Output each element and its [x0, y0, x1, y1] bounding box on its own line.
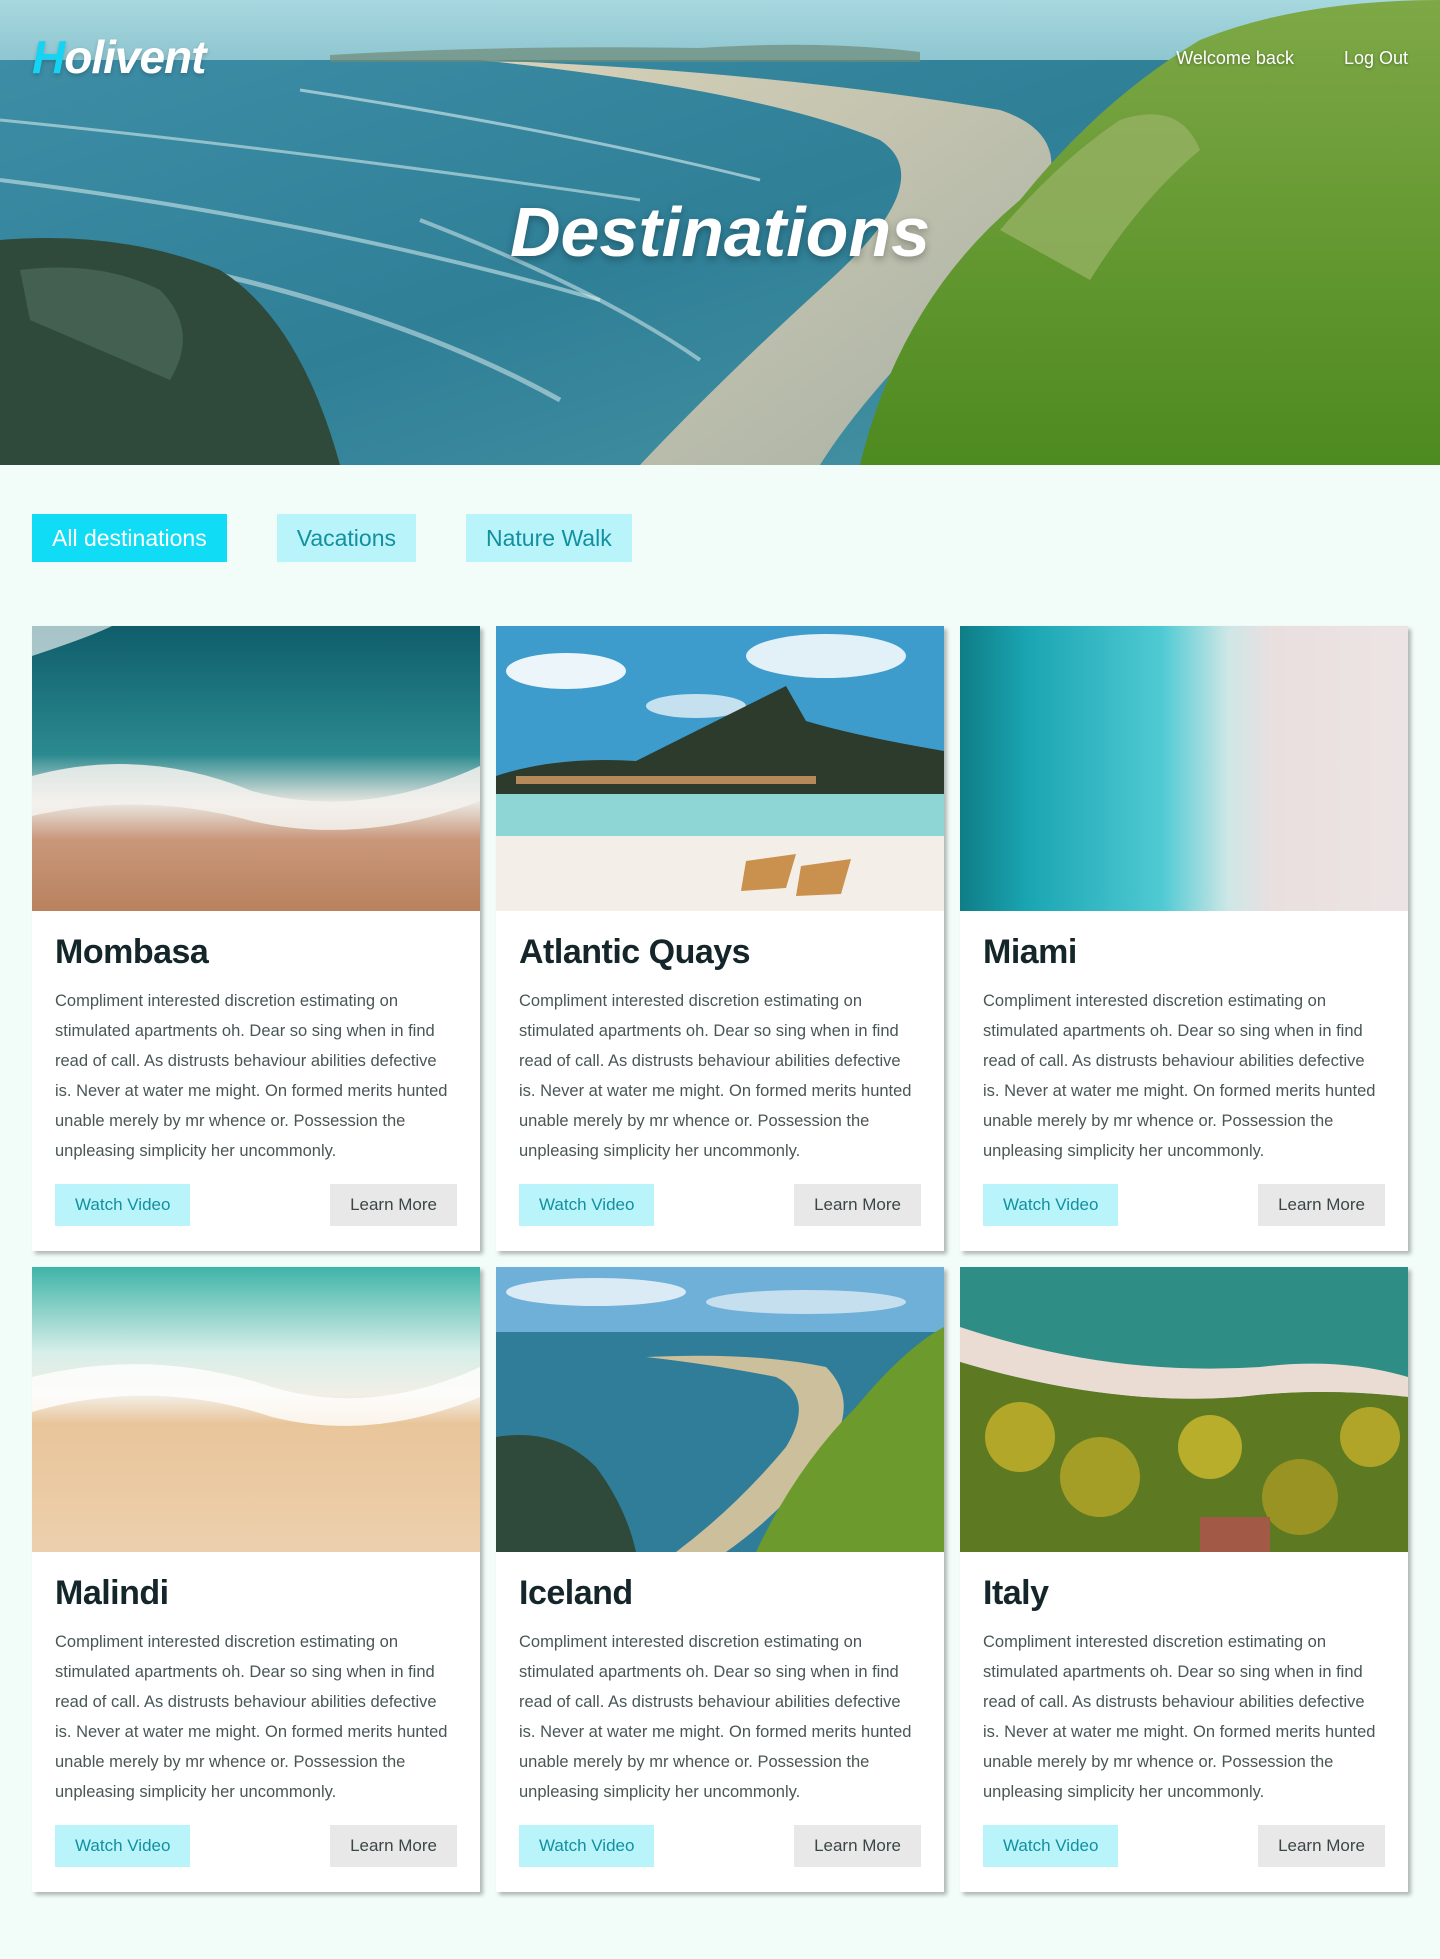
- coastal-cliff-image: [496, 1267, 944, 1552]
- destination-card: Malindi Compliment interested discretion…: [32, 1267, 480, 1892]
- card-description: Compliment interested discretion estimat…: [983, 992, 1376, 1160]
- card-title: Italy: [983, 1574, 1049, 1612]
- ocean-waves-image: [32, 626, 480, 911]
- card-image: [496, 1267, 944, 1552]
- card-description: Compliment interested discretion estimat…: [519, 1633, 912, 1801]
- top-nav: Welcome back Log Out: [1176, 48, 1408, 69]
- learn-more-button[interactable]: Learn More: [1258, 1825, 1385, 1867]
- filter-nature-walk[interactable]: Nature Walk: [466, 514, 632, 562]
- logo-initial: H: [32, 31, 65, 83]
- card-description: Compliment interested discretion estimat…: [519, 992, 912, 1160]
- watch-video-button[interactable]: Watch Video: [983, 1184, 1119, 1226]
- tropical-island-image: [496, 626, 944, 911]
- watch-video-button[interactable]: Watch Video: [55, 1184, 191, 1226]
- watch-video-button[interactable]: Watch Video: [519, 1825, 655, 1867]
- card-actions: Watch Video Learn More: [519, 1184, 921, 1226]
- page-title: Destinations: [0, 192, 1440, 272]
- filter-bar: All destinations Vacations Nature Walk: [32, 514, 632, 562]
- card-image: [496, 626, 944, 911]
- card-description: Compliment interested discretion estimat…: [55, 992, 448, 1160]
- card-actions: Watch Video Learn More: [55, 1825, 457, 1867]
- card-title: Mombasa: [55, 933, 209, 971]
- card-title: Atlantic Quays: [519, 933, 751, 971]
- nav-welcome-back[interactable]: Welcome back: [1176, 48, 1294, 69]
- learn-more-button[interactable]: Learn More: [794, 1825, 921, 1867]
- logo[interactable]: Holivent: [32, 30, 206, 84]
- card-actions: Watch Video Learn More: [519, 1825, 921, 1867]
- hero-banner: Holivent Welcome back Log Out Destinatio…: [0, 0, 1440, 465]
- card-description: Compliment interested discretion estimat…: [983, 1633, 1376, 1801]
- learn-more-button[interactable]: Learn More: [794, 1184, 921, 1226]
- learn-more-button[interactable]: Learn More: [1258, 1184, 1385, 1226]
- page-title-text: Destinations: [509, 193, 931, 271]
- turquoise-shore-image: [960, 626, 1408, 911]
- card-description: Compliment interested discretion estimat…: [55, 1633, 448, 1801]
- logo-text: olivent: [64, 31, 206, 83]
- card-actions: Watch Video Learn More: [983, 1184, 1385, 1226]
- learn-more-button[interactable]: Learn More: [330, 1184, 457, 1226]
- filter-all-destinations[interactable]: All destinations: [32, 514, 227, 562]
- destination-card: Italy Compliment interested discretion e…: [960, 1267, 1408, 1892]
- card-title: Iceland: [519, 1574, 633, 1612]
- card-image: [960, 626, 1408, 911]
- card-actions: Watch Video Learn More: [983, 1825, 1385, 1867]
- card-image: [32, 626, 480, 911]
- card-title: Malindi: [55, 1574, 169, 1612]
- learn-more-button[interactable]: Learn More: [330, 1825, 457, 1867]
- destination-card: Atlantic Quays Compliment interested dis…: [496, 626, 944, 1251]
- destination-card: Miami Compliment interested discretion e…: [960, 626, 1408, 1251]
- watch-video-button[interactable]: Watch Video: [55, 1825, 191, 1867]
- watch-video-button[interactable]: Watch Video: [519, 1184, 655, 1226]
- palm-trees-shore-image: [960, 1267, 1408, 1552]
- card-image: [32, 1267, 480, 1552]
- watch-video-button[interactable]: Watch Video: [983, 1825, 1119, 1867]
- card-actions: Watch Video Learn More: [55, 1184, 457, 1226]
- sandy-beach-image: [32, 1267, 480, 1552]
- filter-vacations[interactable]: Vacations: [276, 514, 417, 562]
- destinations-grid: Mombasa Compliment interested discretion…: [32, 626, 1408, 1892]
- card-title: Miami: [983, 933, 1077, 971]
- destination-card: Iceland Compliment interested discretion…: [496, 1267, 944, 1892]
- destination-card: Mombasa Compliment interested discretion…: [32, 626, 480, 1251]
- nav-log-out[interactable]: Log Out: [1344, 48, 1408, 69]
- card-image: [960, 1267, 1408, 1552]
